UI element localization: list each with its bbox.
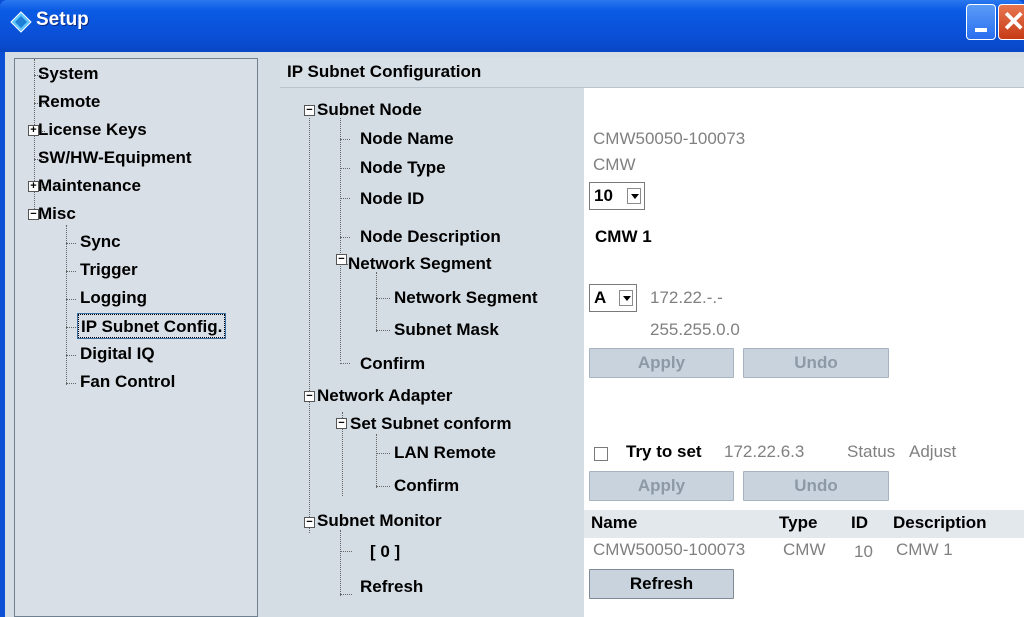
panel-title: IP Subnet Configuration [287,62,482,81]
label-refresh: Refresh [360,577,424,596]
try-to-set-label: Try to set [626,442,702,461]
label-set-subnet-conform: Set Subnet conform [350,414,512,433]
label-subnet-monitor: Subnet Monitor [317,511,442,530]
chevron-down-icon [619,290,633,306]
tree-item-misc[interactable]: Misc [38,202,76,226]
close-button[interactable]: ✕ [998,4,1024,40]
tree-item-logging[interactable]: Logging [80,286,147,310]
status-label: Status [847,442,896,461]
status-value: Adjust [909,442,957,461]
row-name-cell[interactable]: CMW50050-100073 [593,538,745,562]
tree-item-fan-control[interactable]: Fan Control [80,370,175,394]
tree-item-sync[interactable]: Sync [80,230,121,254]
tree-item-system[interactable]: System [38,62,98,86]
node-id-select[interactable]: 10 [589,182,645,210]
monitor-item[interactable]: [ 0 ] [370,540,400,564]
setup-window: Setup ✕ + + − System Remote License Keys… [0,0,1024,617]
column-header-id[interactable]: ID [851,510,868,536]
node-name-value: CMW50050-100073 [593,129,746,148]
row-type-cell[interactable]: CMW [783,538,825,562]
label-node-name: Node Name [360,129,454,148]
tree-item-maintenance[interactable]: Maintenance [38,174,141,198]
node-description-value: CMW 1 [595,227,652,246]
tree-item-remote[interactable]: Remote [38,90,100,114]
label-node-id: Node ID [360,189,425,208]
label-lan-remote: LAN Remote [394,443,497,462]
tree-item-digital-iq[interactable]: Digital IQ [80,342,155,366]
column-header-name[interactable]: Name [591,510,637,536]
close-icon: ✕ [1002,6,1024,37]
apply-button[interactable]: Apply [589,348,734,378]
label-subnet-mask: Subnet Mask [394,320,499,339]
try-to-set-ip: 172.22.6.3 [724,442,805,461]
segment-letter: A [594,288,607,307]
label-confirm-adapter: Confirm [394,476,460,495]
try-to-set-checkbox[interactable] [594,447,608,461]
label-subnet-node: Subnet Node [317,100,422,119]
collapse-icon[interactable]: − [304,391,315,402]
label-network-segment: Network Segment [394,288,538,307]
row-description-cell[interactable]: CMW 1 [896,538,953,562]
label-confirm: Confirm [360,354,426,373]
collapse-icon[interactable]: − [304,105,315,116]
row-id-cell[interactable]: 10 [854,540,873,564]
panel-header: IP Subnet Configuration [280,58,1024,88]
label-node-description: Node Description [360,227,501,246]
label-node-type: Node Type [360,158,446,177]
label-network-adapter: Network Adapter [317,386,453,405]
setup-icon [10,11,32,33]
tree-item-trigger[interactable]: Trigger [80,258,138,282]
undo-button-adapter[interactable]: Undo [743,471,889,501]
label-network-segment-group: Network Segment [348,254,492,273]
subnet-mask-value: 255.255.0.0 [650,320,740,339]
collapse-icon[interactable]: − [304,517,315,528]
tree-item-sw-hw-equipment[interactable]: SW/HW-Equipment [38,146,192,170]
tree-item-ip-subnet-config[interactable]: IP Subnet Config. [76,313,227,339]
title-bar[interactable]: Setup ✕ [0,0,1024,52]
node-id-value: 10 [594,186,613,205]
chevron-down-icon [627,188,641,204]
collapse-icon[interactable]: − [336,254,347,265]
node-type-value: CMW [593,155,636,174]
column-header-description[interactable]: Description [893,510,987,536]
tree-item-license-keys[interactable]: License Keys [38,118,147,142]
window-title: Setup [36,9,89,30]
segment-select[interactable]: A [589,284,637,312]
column-header-type[interactable]: Type [779,510,817,536]
apply-button-adapter[interactable]: Apply [589,471,734,501]
collapse-icon[interactable]: − [336,418,347,429]
minimize-button[interactable] [966,4,996,40]
undo-button[interactable]: Undo [743,348,889,378]
refresh-button[interactable]: Refresh [589,569,734,599]
segment-ip-value: 172.22.-.- [650,288,723,307]
